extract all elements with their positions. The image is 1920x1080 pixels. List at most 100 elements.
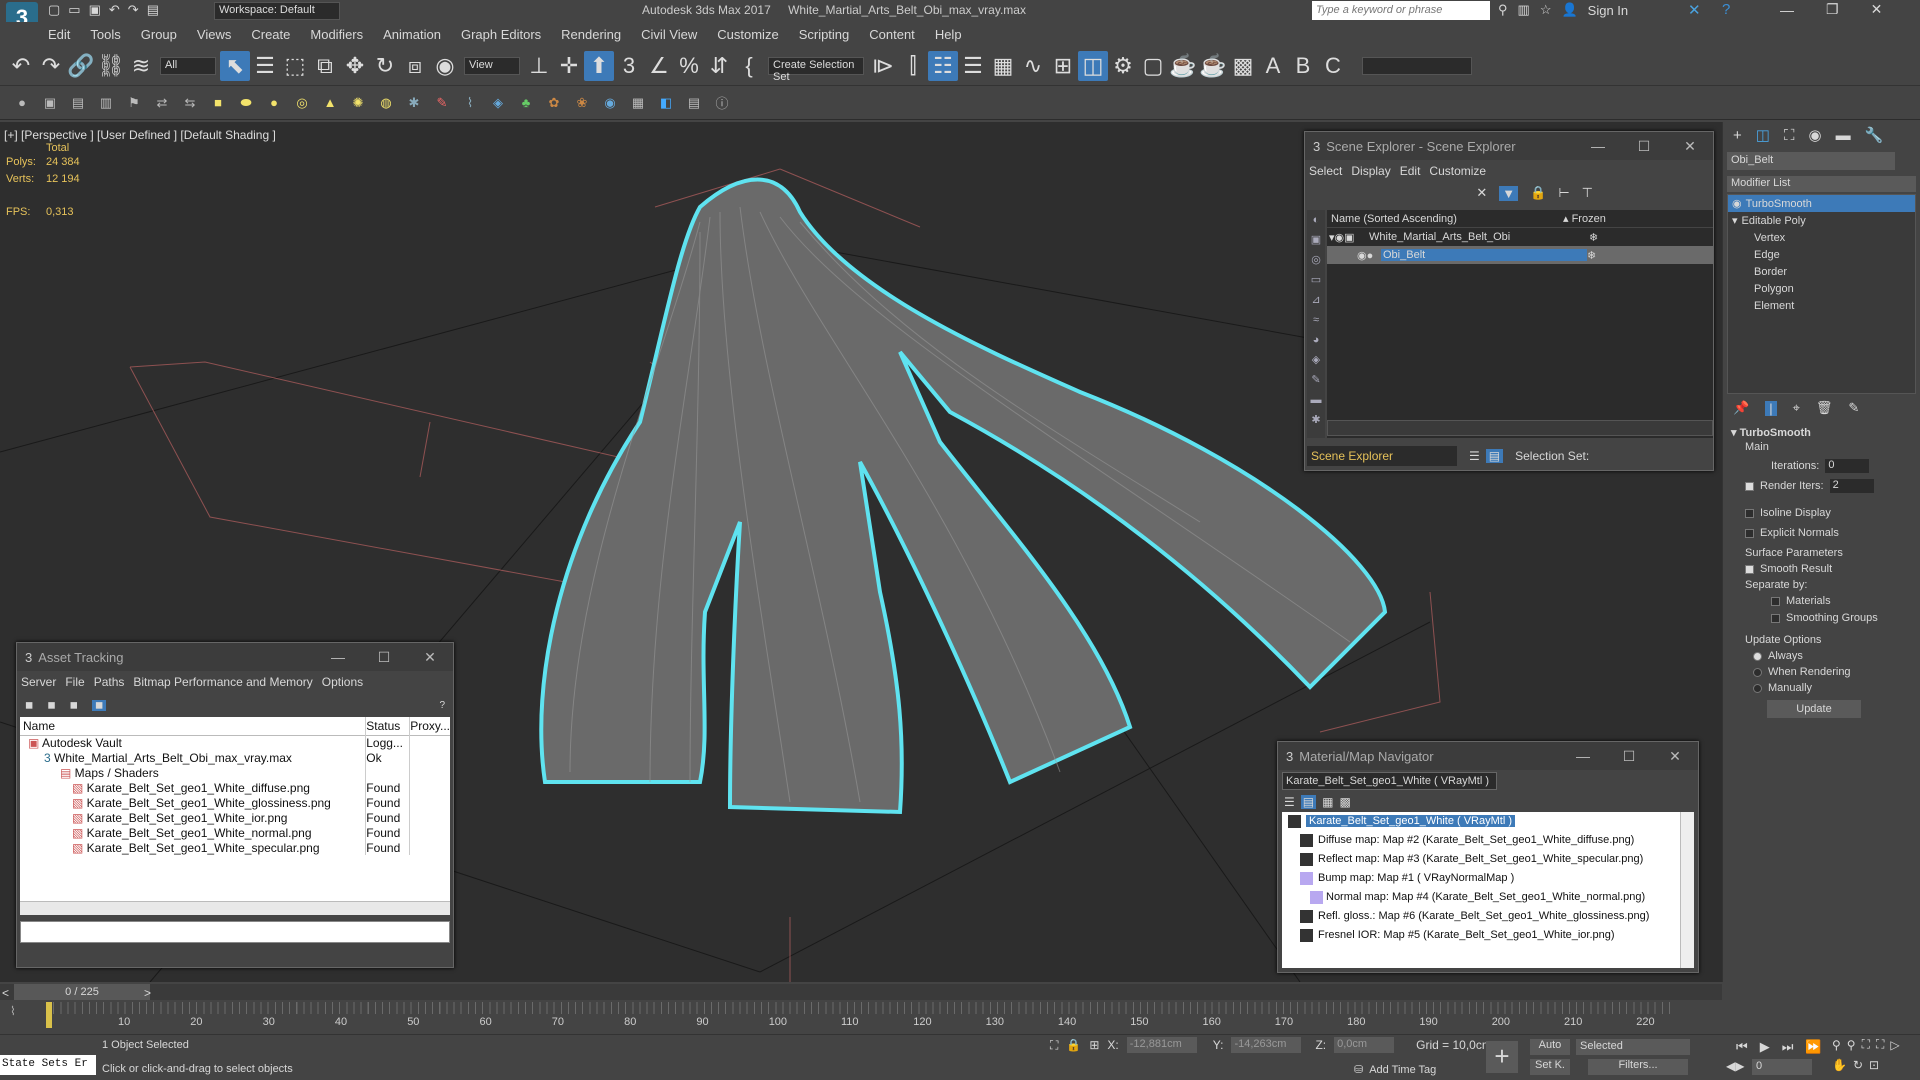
asset-path-field[interactable] [20,921,450,943]
schematic-view-icon[interactable]: ⊞ [1048,51,1078,81]
percent-snap-icon[interactable]: % [674,51,704,81]
minimize-icon[interactable]: — [1780,2,1794,18]
auto-key-button[interactable]: Auto [1530,1039,1570,1055]
redo-icon[interactable]: ↷ [36,51,66,81]
explicit-normals-checkbox[interactable] [1745,528,1754,538]
ribbon-tool-1-icon[interactable]: ● [8,90,36,116]
hierarchy-icon[interactable]: ⊢ [1558,185,1569,201]
go-end-icon[interactable]: ⏩ [1805,1039,1821,1055]
iterations-spinner[interactable]: 0 [1825,459,1870,473]
render-activeshade-icon[interactable]: ▩ [1228,51,1258,81]
maximize-viewport-icon[interactable]: ⊡ [1869,1058,1879,1072]
menu-item-modifiers[interactable]: Modifiers [310,27,363,42]
subobject-item[interactable]: Vertex [1728,229,1915,246]
vertical-scrollbar[interactable] [1680,812,1694,968]
select-object-icon[interactable]: ⬉ [220,50,250,81]
create-selection-set-dropdown[interactable]: Create Selection Set [768,56,864,83]
horizontal-scrollbar[interactable] [20,901,450,915]
material-tree[interactable]: Karate_Belt_Set_geo1_White ( VRayMtl ) Di… [1282,812,1694,968]
col-name-header[interactable]: Name (Sorted Ascending) [1331,213,1563,225]
configure-sets-icon[interactable]: ✎ [1848,400,1859,416]
table-row[interactable]: ▧ Karate_Belt_Set_geo1_White_specular.pn… [20,840,450,855]
visibility-icon[interactable]: ◉● [1357,249,1381,262]
mirror-icon[interactable]: ⧐ [868,51,898,81]
object-name-field[interactable]: Obi_Belt [1727,152,1895,170]
rotate-icon[interactable]: ↻ [370,51,400,81]
next-key-icon[interactable]: ⏭ [1782,1039,1794,1055]
asset-menu-server[interactable]: Server [21,675,56,689]
menu-item-graph-editors[interactable]: Graph Editors [461,27,541,42]
make-unique-icon[interactable]: ⌖ [1793,400,1800,416]
asset-help-icon[interactable]: ? [439,700,445,711]
view-list-icon[interactable]: ☰ [1284,795,1295,809]
binoculars-icon[interactable]: ⚲ [1498,2,1508,18]
scene-explorer-menu-customize[interactable]: Customize [1429,164,1486,178]
text-b-icon[interactable]: B [1288,51,1318,81]
fov-icon[interactable]: ▷ [1890,1038,1899,1052]
helper-icon[interactable]: ✎ [428,90,456,116]
add-time-tag[interactable]: Add Time Tag [1369,1064,1436,1076]
link-icon[interactable]: 🔗 [66,51,96,81]
z-coord-field[interactable]: 0,0cm [1334,1037,1395,1053]
bind-spacewarp-icon[interactable]: ≋ [126,51,156,81]
go-start-icon[interactable]: ⏮ [1736,1039,1748,1055]
project-folder-icon[interactable]: ▤ [147,2,159,18]
asset-menu-options[interactable]: Options [322,675,363,689]
eye-icon[interactable]: ◉ [1732,197,1742,210]
window-crossing-icon[interactable]: ⧉ [310,51,340,81]
text-a-icon[interactable]: A [1258,51,1288,81]
isoline-checkbox[interactable] [1745,508,1754,518]
asset-tool-4-icon[interactable]: ◼ [91,699,107,711]
modifier-list-dropdown[interactable]: Modifier List [1727,176,1916,192]
render-iters-spinner[interactable]: 2 [1829,479,1874,493]
spacewarp-icon[interactable]: ◈ [484,90,512,116]
exchange-icon[interactable]: ✕ [1688,1,1701,19]
tree-row[interactable]: ▾◉▣ White_Martial_Arts_Belt_Obi ❄ [1327,228,1713,246]
material-editor-icon[interactable]: ◫ [1078,50,1108,81]
ribbon-icon[interactable]: ▦ [988,51,1018,81]
user-icon[interactable]: 👤 [1561,2,1577,18]
table-row[interactable]: 3 White_Martial_Arts_Belt_Obi_max_vray.m… [20,750,450,765]
layers-icon[interactable]: ☰ [1469,449,1480,463]
state-sets-field[interactable]: State Sets Er [0,1055,96,1075]
box-icon[interactable]: ■ [204,90,232,116]
map-item[interactable]: Normal map: Map #4 (Karate_Belt_Set_geo1… [1282,888,1694,907]
subobject-item[interactable]: Element [1728,297,1915,314]
scene-explorer-menu-select[interactable]: Select [1309,164,1342,178]
clear-filter-icon[interactable]: ✕ [1476,185,1487,201]
orbit-icon[interactable]: ↻ [1853,1058,1863,1072]
light-icon[interactable]: ✺ [344,90,372,116]
maximize-icon[interactable]: ☐ [1621,138,1667,155]
sync-icon[interactable]: ⊤ [1582,185,1593,201]
selection-set-icon[interactable]: ▤ [1485,449,1504,463]
menu-item-help[interactable]: Help [935,27,962,42]
angle-snap-icon[interactable]: ∠ [644,51,674,81]
layer-explorer-icon[interactable]: ☰ [958,51,988,81]
col-frozen-header[interactable]: ▴ Frozen [1563,212,1606,225]
set-key-button[interactable]: Set K. [1530,1059,1570,1075]
modifier-stack[interactable]: ◉ TurboSmooth ▾ Editable Poly Vertex Edge Bo… [1727,194,1916,394]
asset-menu-paths[interactable]: Paths [94,675,125,689]
hierarchy-tab-icon[interactable]: ⛶ [1784,127,1795,144]
extra-dropdown[interactable] [1362,56,1472,75]
asset-col-status[interactable]: Status [365,717,410,735]
rollout-title[interactable]: ▾ TurboSmooth [1731,426,1912,439]
menu-item-rendering[interactable]: Rendering [561,27,621,42]
redo-icon[interactable]: ↷ [128,2,139,18]
scale-icon[interactable]: ⧈ [400,51,430,81]
asset-tool-1-icon[interactable]: ◼ [25,700,33,711]
selection-lock-icon[interactable]: 🔒 [1066,1038,1081,1052]
asset-tracking-titlebar[interactable]: 3 Asset Tracking — ☐ ✕ [17,643,453,671]
prev-frame-icon[interactable]: < [2,986,9,1000]
ribbon-tool-5-icon[interactable]: ⚑ [120,90,148,116]
new-file-icon[interactable]: ▢ [48,2,60,18]
display-tab-icon[interactable]: ▬ [1836,127,1851,144]
ribbon-tool-4-icon[interactable]: ▥ [92,90,120,116]
table-row[interactable]: ▣ Autodesk Vault Logg... [20,735,450,750]
edit-named-sel-icon[interactable]: { [734,51,764,81]
render-sphere-icon[interactable]: ◉ [596,90,624,116]
zoom-extents-all-icon[interactable]: ⛶ [1876,1037,1884,1052]
menu-item-tools[interactable]: Tools [90,27,120,42]
update-button[interactable]: Update [1767,700,1861,718]
time-tag-icon[interactable]: ⛁ [1354,1063,1363,1076]
